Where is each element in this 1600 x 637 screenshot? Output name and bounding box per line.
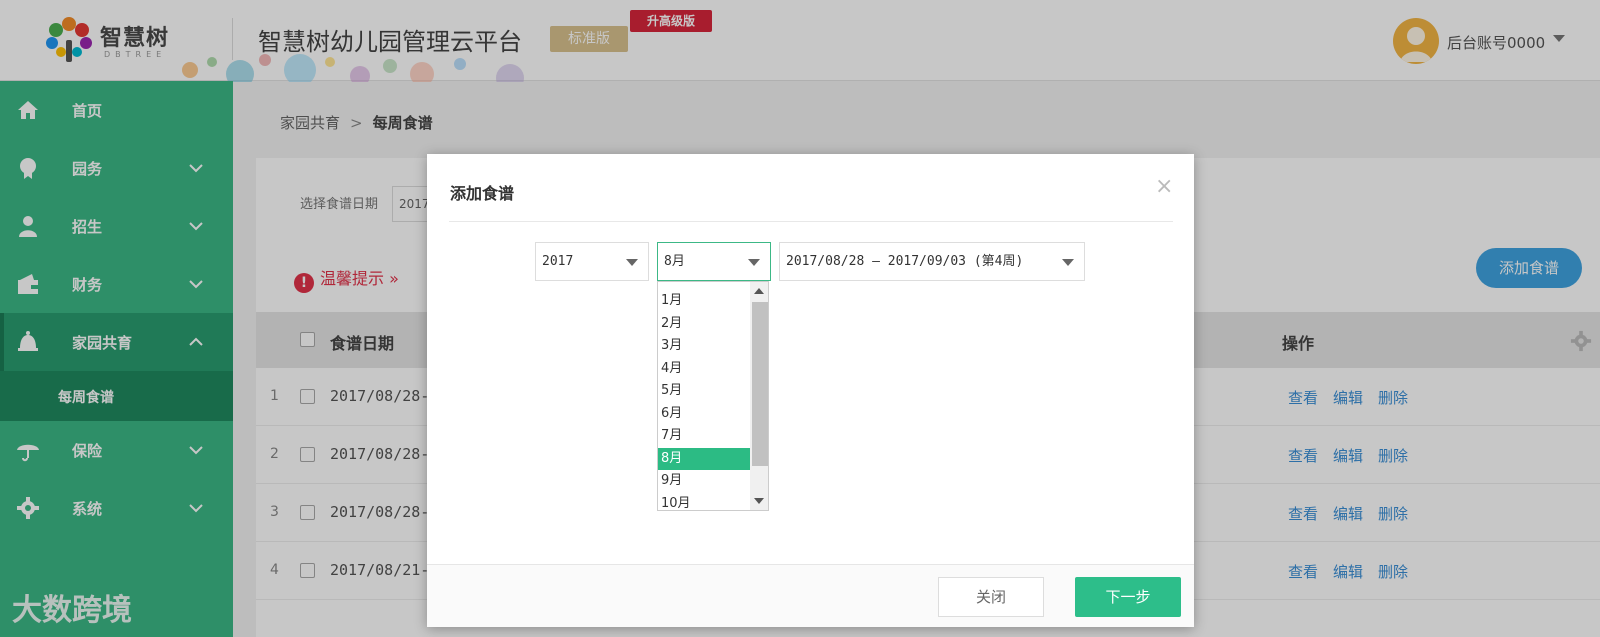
month-option[interactable]: 4月 xyxy=(658,358,750,380)
year-select[interactable]: 2017 xyxy=(535,242,649,281)
caret-down-icon xyxy=(748,259,760,266)
caret-down-icon xyxy=(1062,259,1074,266)
dialog-divider xyxy=(449,221,1173,222)
close-button[interactable]: 关闭 xyxy=(938,577,1044,617)
week-select-value: 2017/08/28 — 2017/09/03 (第4周) xyxy=(786,254,1024,269)
month-option[interactable]: 2月 xyxy=(658,313,750,335)
month-option[interactable]: 1月 xyxy=(658,290,750,312)
month-option[interactable]: 5月 xyxy=(658,380,750,402)
scroll-down-arrow-icon[interactable] xyxy=(754,498,764,504)
month-option[interactable]: 7月 xyxy=(658,425,750,447)
month-option[interactable]: 3月 xyxy=(658,335,750,357)
month-select[interactable]: 8月 xyxy=(657,242,771,281)
next-step-button[interactable]: 下一步 xyxy=(1075,577,1181,617)
scroll-up-arrow-icon[interactable] xyxy=(754,288,764,294)
month-option[interactable]: 6月 xyxy=(658,403,750,425)
dialog-title: 添加食谱 xyxy=(450,184,515,203)
year-select-value: 2017 xyxy=(542,254,574,269)
caret-down-icon xyxy=(626,259,638,266)
month-dropdown-list[interactable]: 10月 9月 8月 7月 6月 5月 4月 3月 2月 1月 xyxy=(657,281,769,511)
scroll-thumb[interactable] xyxy=(752,302,768,466)
week-select[interactable]: 2017/08/28 — 2017/09/03 (第4周) xyxy=(779,242,1085,281)
close-icon[interactable]: × xyxy=(1155,174,1173,199)
add-recipe-dialog: 添加食谱 × 2017 8月 2017/08/28 — 2017/09/03 (… xyxy=(427,154,1194,627)
month-option[interactable]: 10月 xyxy=(658,493,750,511)
dialog-footer: 关闭 下一步 xyxy=(427,564,1194,627)
month-option[interactable]: 9月 xyxy=(658,470,750,492)
dropdown-scrollbar[interactable] xyxy=(750,282,768,510)
month-select-value: 8月 xyxy=(664,254,685,269)
month-option[interactable]: 8月 xyxy=(658,447,750,470)
